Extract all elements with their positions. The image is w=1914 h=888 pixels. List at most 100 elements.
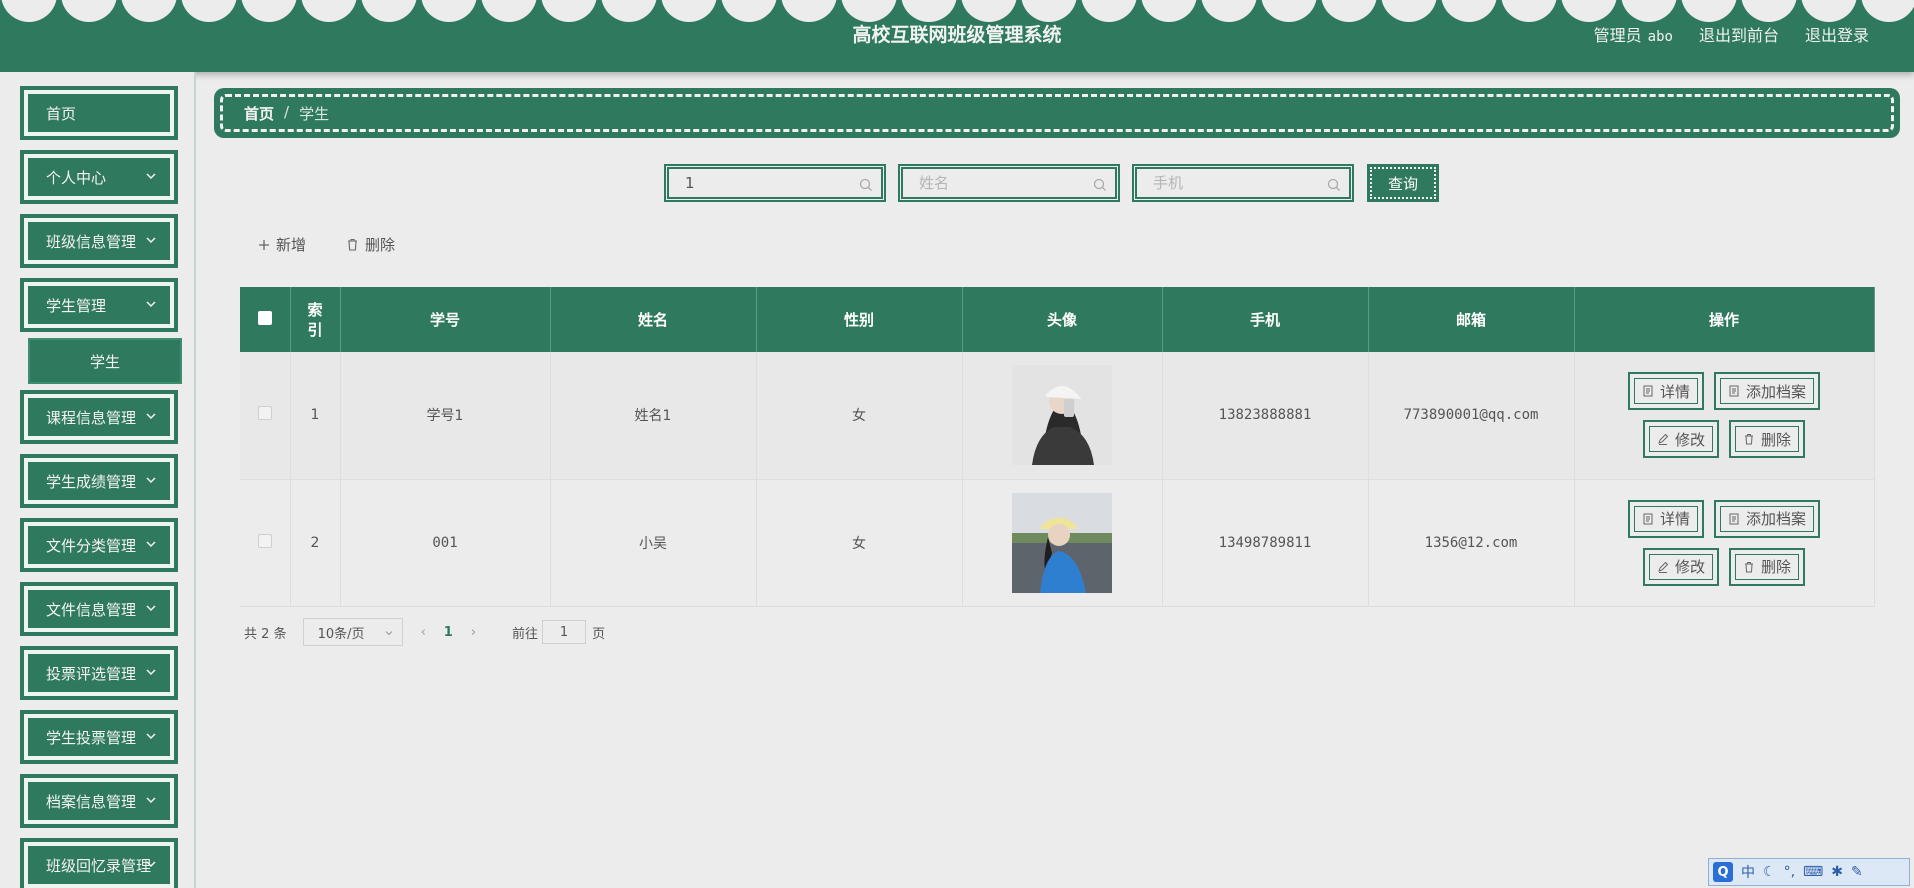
ime-mode[interactable]: 中 bbox=[1741, 862, 1755, 882]
scallop-circle bbox=[1261, 0, 1317, 22]
exit-to-frontend-link[interactable]: 退出到前台 bbox=[1699, 22, 1779, 46]
sidebar-item-grades[interactable]: 学生成绩管理 bbox=[20, 454, 178, 508]
search-icon bbox=[1093, 178, 1106, 191]
query-button[interactable]: 查询 bbox=[1367, 164, 1439, 202]
phone-search bbox=[1132, 164, 1354, 202]
moon-icon[interactable]: ☾ bbox=[1763, 864, 1776, 880]
sidebar-item-personal-center[interactable]: 个人中心 bbox=[20, 150, 178, 204]
scallop-circle bbox=[601, 0, 657, 22]
page-size-select[interactable]: 10条/页 bbox=[302, 618, 403, 646]
email-cell: 1356@12.com bbox=[1368, 479, 1575, 607]
sidebar-item-course-info[interactable]: 课程信息管理 bbox=[20, 390, 178, 444]
search-icon bbox=[1327, 178, 1340, 191]
page-number[interactable]: 1 bbox=[444, 625, 453, 640]
sidebar-item-home[interactable]: 首页 bbox=[20, 86, 178, 140]
scallop-circle bbox=[961, 0, 1017, 22]
edit-button[interactable]: 修改 bbox=[1642, 420, 1719, 459]
row-checkbox[interactable] bbox=[257, 406, 272, 421]
name-search bbox=[898, 164, 1120, 202]
breadcrumb-current: 学生 bbox=[299, 105, 330, 123]
table-header-row: 索引 学号 姓名 性别 头像 手机 邮箱 操作 bbox=[240, 287, 1875, 352]
total-count: 共 2 条 bbox=[244, 626, 287, 642]
logout-link[interactable]: 退出登录 bbox=[1805, 22, 1869, 46]
scallop-circle bbox=[901, 0, 957, 22]
gender-cell: 女 bbox=[756, 352, 963, 480]
scallop-circle bbox=[1141, 0, 1197, 22]
select-all-header[interactable] bbox=[240, 287, 291, 352]
scallop-circle bbox=[301, 0, 357, 22]
gender-cell: 女 bbox=[756, 479, 963, 607]
sidebar-item-class-info[interactable]: 班级信息管理 bbox=[20, 214, 178, 268]
tools-icon[interactable]: ✎ bbox=[1851, 864, 1863, 880]
keyboard-icon[interactable]: ⌨ bbox=[1803, 864, 1823, 880]
scallop-circle bbox=[541, 0, 597, 22]
goto-page-input[interactable] bbox=[542, 620, 587, 644]
next-page-button[interactable]: › bbox=[471, 625, 476, 640]
phone-input[interactable] bbox=[1153, 174, 1313, 192]
scallop-circle bbox=[1, 0, 57, 22]
column-header-email: 邮箱 bbox=[1368, 287, 1575, 352]
delete-button[interactable]: 删除 bbox=[1729, 547, 1806, 586]
document-icon bbox=[1643, 385, 1653, 397]
add-button[interactable]: 新增 bbox=[258, 234, 306, 255]
breadcrumb: 首页 / 学生 bbox=[214, 88, 1900, 138]
settings-icon[interactable]: ✱ bbox=[1831, 864, 1843, 880]
table-row: 1 学号1 姓名1 女 13823888881 773890001@qq.com bbox=[240, 352, 1875, 480]
chevron-down-icon bbox=[146, 301, 156, 308]
sidebar-item-voting[interactable]: 投票评选管理 bbox=[20, 646, 178, 700]
search-icon bbox=[859, 178, 872, 191]
column-header-student-no: 学号 bbox=[340, 287, 551, 352]
chevron-down-icon bbox=[146, 413, 156, 420]
add-archive-button[interactable]: 添加档案 bbox=[1714, 499, 1821, 538]
row-checkbox-cell bbox=[240, 479, 291, 607]
sidebar-item-class-memoir[interactable]: 班级回忆录管理 bbox=[20, 838, 178, 888]
edit-button[interactable]: 修改 bbox=[1642, 547, 1719, 586]
prev-page-button[interactable]: ‹ bbox=[421, 625, 426, 640]
sidebar-item-file-info[interactable]: 文件信息管理 bbox=[20, 582, 178, 636]
pagination: 共 2 条 10条/页 ‹ 1 › 前往 页 bbox=[244, 618, 605, 646]
detail-button[interactable]: 详情 bbox=[1627, 499, 1704, 538]
batch-delete-button[interactable]: 删除 bbox=[346, 234, 395, 255]
edit-icon bbox=[1658, 561, 1669, 573]
student-no-input[interactable] bbox=[685, 174, 845, 192]
delete-button[interactable]: 删除 bbox=[1729, 420, 1806, 459]
chevron-down-icon bbox=[146, 797, 156, 804]
document-icon bbox=[1729, 513, 1739, 524]
scallop-circle bbox=[1021, 0, 1077, 22]
avatar-cell bbox=[962, 479, 1163, 607]
sidebar-item-archive-info[interactable]: 档案信息管理 bbox=[20, 774, 178, 828]
scallop-circle bbox=[841, 0, 897, 22]
breadcrumb-separator: / bbox=[284, 103, 290, 121]
chevron-down-icon bbox=[385, 631, 392, 636]
student-no-cell: 001 bbox=[340, 479, 551, 607]
name-cell: 姓名1 bbox=[550, 352, 757, 480]
index-cell: 1 bbox=[290, 352, 341, 480]
chevron-down-icon bbox=[146, 173, 156, 180]
document-icon bbox=[1729, 385, 1739, 397]
sidebar-item-student-mgmt[interactable]: 学生管理 bbox=[20, 278, 178, 332]
document-icon bbox=[1643, 513, 1653, 524]
punctuation-icon[interactable]: °, bbox=[1784, 864, 1795, 880]
column-header-phone: 手机 bbox=[1162, 287, 1369, 352]
breadcrumb-home[interactable]: 首页 bbox=[244, 103, 274, 124]
column-header-index: 索引 bbox=[290, 287, 341, 352]
sidebar-item-file-category[interactable]: 文件分类管理 bbox=[20, 518, 178, 572]
scallop-circle bbox=[1741, 0, 1797, 22]
select-all-checkbox[interactable] bbox=[257, 310, 272, 325]
scallop-circle bbox=[1621, 0, 1677, 22]
sidebar-item-student-vote[interactable]: 学生投票管理 bbox=[20, 710, 178, 764]
plus-icon bbox=[259, 239, 269, 250]
sidebar-subitem-student[interactable]: 学生 bbox=[28, 338, 182, 384]
ime-toolbar[interactable]: Q 中 ☾ °, ⌨ ✱ ✎ bbox=[1708, 858, 1910, 886]
scallop-circle bbox=[721, 0, 777, 22]
name-input[interactable] bbox=[919, 174, 1079, 192]
detail-button[interactable]: 详情 bbox=[1627, 372, 1704, 411]
chevron-down-icon bbox=[146, 477, 156, 484]
admin-indicator: 管理员 abo bbox=[1593, 26, 1673, 45]
name-cell: 小吴 bbox=[550, 479, 757, 607]
row-checkbox[interactable] bbox=[257, 533, 272, 548]
actions-cell: 详情 添加档案 修改 删除 bbox=[1574, 352, 1875, 480]
index-cell: 2 bbox=[290, 479, 341, 607]
add-archive-button[interactable]: 添加档案 bbox=[1714, 372, 1821, 411]
scallop-circle bbox=[781, 0, 837, 22]
